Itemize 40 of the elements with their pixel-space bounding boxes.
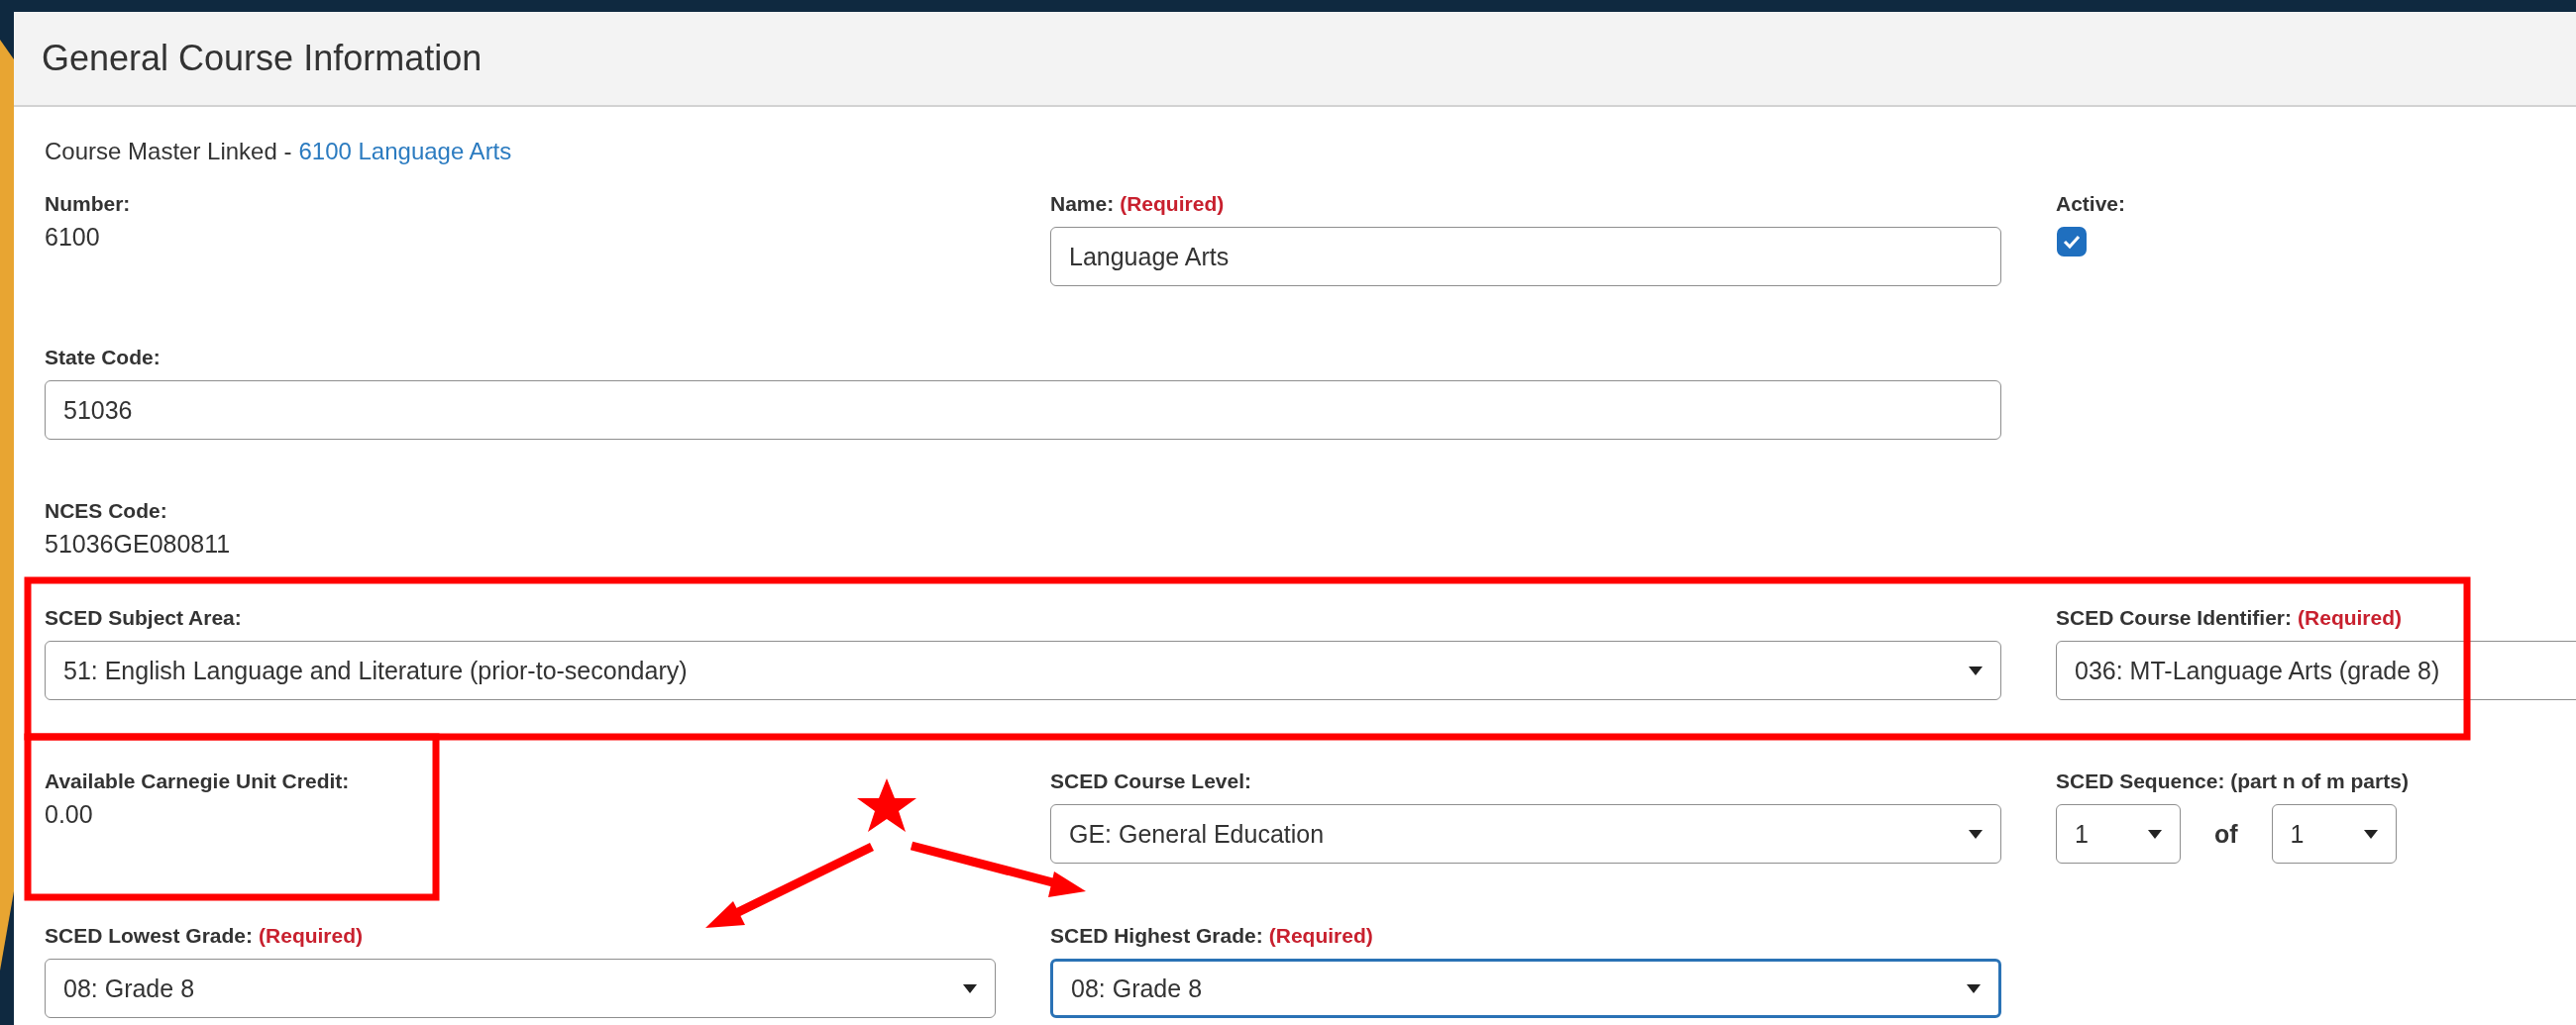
field-label: SCED Subject Area: [45, 606, 242, 630]
dropdown-field[interactable]: 1 [2056, 804, 2181, 864]
field-label: State Code: [45, 346, 161, 369]
text-field[interactable]: Language Arts [1050, 227, 2001, 286]
of-text: of [2214, 819, 2238, 849]
field-label: SCED Course Level: [1050, 769, 1252, 793]
field-label: SCED Course Identifier: [2056, 606, 2293, 630]
field-label: Number: [45, 192, 131, 216]
dropdown-field[interactable]: 1 [2271, 804, 2397, 864]
field-label: Available Carnegie Unit Credit: [45, 769, 350, 793]
field-label: SCED Highest Grade: [1050, 924, 1263, 948]
caret-icon [2148, 829, 2162, 839]
star-icon [857, 778, 916, 832]
field-value: 0.00 [45, 800, 93, 829]
field-label: NCES Code: [45, 499, 167, 523]
dropdown-field[interactable]: 08: Grade 8 [45, 959, 996, 1018]
required-note: (Required) [1268, 924, 1373, 948]
caret-icon [1969, 829, 1983, 839]
dropdown-field[interactable]: GE: General Education [1050, 804, 2001, 864]
checkbox[interactable] [2057, 227, 2087, 256]
caret-icon [2363, 829, 2378, 839]
text-field[interactable]: 51036 [45, 380, 2001, 440]
field-label: Active: [2056, 192, 2126, 216]
dropdown-field[interactable]: 51: English Language and Literature (prior-to-secondary) [45, 641, 2001, 700]
field-label: SCED Sequence: (part n of m parts) [2056, 769, 2409, 793]
field-label: SCED Lowest Grade: [45, 924, 254, 948]
field-value: 51036GE080811 [45, 530, 231, 559]
course-master-text: Course Master Linked - [45, 138, 292, 165]
required-note: (Required) [259, 924, 364, 948]
required-note: (Required) [2298, 606, 2403, 630]
field-value: 6100 [45, 223, 100, 252]
dropdown-field[interactable]: 036: MT-Language Arts (grade 8) [2056, 641, 2576, 700]
field-label: Name: [1050, 192, 1115, 216]
caret-icon [1969, 666, 1983, 675]
panel-title: General Course Information [42, 38, 483, 79]
caret-icon [963, 983, 977, 993]
caret-icon [1967, 983, 1981, 993]
course-master-link[interactable]: 6100 Language Arts [298, 138, 512, 165]
required-note: (Required) [1120, 192, 1225, 216]
dropdown-field[interactable]: 08: Grade 8 [1050, 959, 2001, 1018]
